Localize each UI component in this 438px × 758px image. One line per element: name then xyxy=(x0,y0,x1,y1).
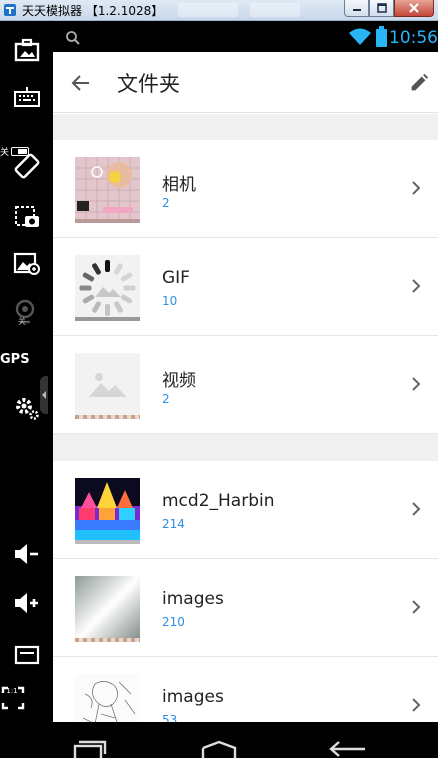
back-icon[interactable] xyxy=(329,740,367,758)
section-divider xyxy=(53,114,438,140)
album-thumbnail xyxy=(75,478,140,544)
album-count: 10 xyxy=(162,294,178,308)
chevron-right-icon xyxy=(412,698,421,712)
scale-label: 1:1 xyxy=(6,687,18,695)
close-icon xyxy=(409,3,419,13)
chevron-right-icon xyxy=(412,502,421,516)
recent-apps-icon[interactable] xyxy=(73,740,107,758)
navigation-bar xyxy=(53,722,438,758)
import-image-button[interactable] xyxy=(0,248,53,280)
keyboard-icon xyxy=(13,87,40,107)
screenshot-button[interactable] xyxy=(0,201,53,233)
album-thumbnail xyxy=(75,674,140,722)
rotate-screen-button[interactable] xyxy=(0,149,53,183)
maximize-button[interactable] xyxy=(369,0,394,17)
album-name: images xyxy=(162,589,224,609)
album-row-harbin[interactable]: mcd2_Harbin 214 xyxy=(53,461,438,559)
emulator-title: 天天模拟器 【1.2.1028】 xyxy=(22,4,164,18)
keyboard-button[interactable] xyxy=(0,82,53,112)
camera-off-label: 关 xyxy=(18,317,26,326)
chevron-right-icon xyxy=(412,279,421,293)
camera-button[interactable] xyxy=(0,297,53,327)
maximize-icon xyxy=(376,3,387,13)
minimize-icon xyxy=(352,9,361,11)
settings-button[interactable] xyxy=(0,393,53,423)
close-button[interactable] xyxy=(394,0,434,17)
album-name: 视频 xyxy=(162,371,196,391)
app-bar: 文件夹 xyxy=(53,52,438,113)
volume-down-icon xyxy=(14,544,38,564)
status-clock: 10:56 xyxy=(389,28,438,48)
rotate-icon xyxy=(14,153,39,179)
chevron-right-icon xyxy=(412,600,421,614)
chevron-right-icon xyxy=(412,377,421,391)
album-thumbnail xyxy=(75,576,140,642)
album-row-video[interactable]: 视频 2 xyxy=(53,336,438,434)
album-count: 210 xyxy=(162,615,185,629)
battery-icon xyxy=(376,26,387,47)
window-controls xyxy=(344,0,434,18)
blurred-taskbar-item xyxy=(178,3,238,17)
emulator-title-bar: 天天模拟器 【1.2.1028】 xyxy=(0,0,438,21)
app-logo-icon xyxy=(4,4,16,16)
section-divider xyxy=(53,434,438,461)
app-manager-button[interactable] xyxy=(0,35,53,65)
briefcase-icon xyxy=(14,38,39,62)
screenshot-icon xyxy=(14,206,39,227)
blurred-taskbar-item xyxy=(250,3,300,17)
volume-down-button[interactable] xyxy=(0,539,53,569)
album-thumbnail xyxy=(75,353,140,419)
album-thumbnail xyxy=(75,255,140,321)
album-thumbnail xyxy=(75,157,140,223)
chevron-right-icon xyxy=(412,181,421,195)
wifi-icon xyxy=(349,28,371,45)
thumbnail-strip xyxy=(75,415,140,419)
thumbnail-strip xyxy=(75,638,140,642)
album-row-images[interactable]: images 53 xyxy=(53,657,438,722)
edit-pencil-icon[interactable] xyxy=(408,72,430,94)
album-row-images[interactable]: images 210 xyxy=(53,559,438,657)
album-name: GIF xyxy=(162,268,190,288)
status-bar: 10:56 xyxy=(53,21,438,52)
camera-album-image xyxy=(75,157,140,223)
page-title: 文件夹 xyxy=(117,72,180,96)
back-arrow-icon[interactable] xyxy=(69,71,93,95)
album-name: mcd2_Harbin xyxy=(162,491,275,511)
album-row-camera[interactable]: 相机 2 xyxy=(53,140,438,238)
album-name: 相机 xyxy=(162,175,196,195)
gradient-image xyxy=(75,576,140,642)
home-icon[interactable] xyxy=(201,740,237,758)
minimize-button[interactable] xyxy=(344,0,369,17)
album-name: images xyxy=(162,687,224,707)
webcam-icon xyxy=(15,299,34,324)
volume-up-button[interactable] xyxy=(0,588,53,618)
emulator-toolbar: 关 关 GPS 1:1 xyxy=(0,21,53,758)
gps-button[interactable]: GPS xyxy=(0,352,30,367)
menu-icon xyxy=(14,645,39,665)
album-count: 53 xyxy=(162,713,178,722)
folders-screen: 文件夹 相机 2 GIF 10 视频 2 mcd2_Harbin 214 ima… xyxy=(53,52,438,722)
album-count: 2 xyxy=(162,196,170,210)
settings-icon xyxy=(15,398,39,420)
sketch-image xyxy=(75,674,140,722)
menu-button[interactable] xyxy=(0,641,53,665)
album-count: 2 xyxy=(162,392,170,406)
loading-spinner-image xyxy=(75,255,140,321)
image-import-icon xyxy=(13,252,40,275)
album-row-gif[interactable]: GIF 10 xyxy=(53,238,438,336)
album-count: 214 xyxy=(162,517,185,531)
ice-festival-image xyxy=(75,478,140,544)
image-placeholder-icon xyxy=(75,353,140,419)
volume-up-icon xyxy=(14,593,38,613)
search-icon[interactable] xyxy=(65,30,81,46)
